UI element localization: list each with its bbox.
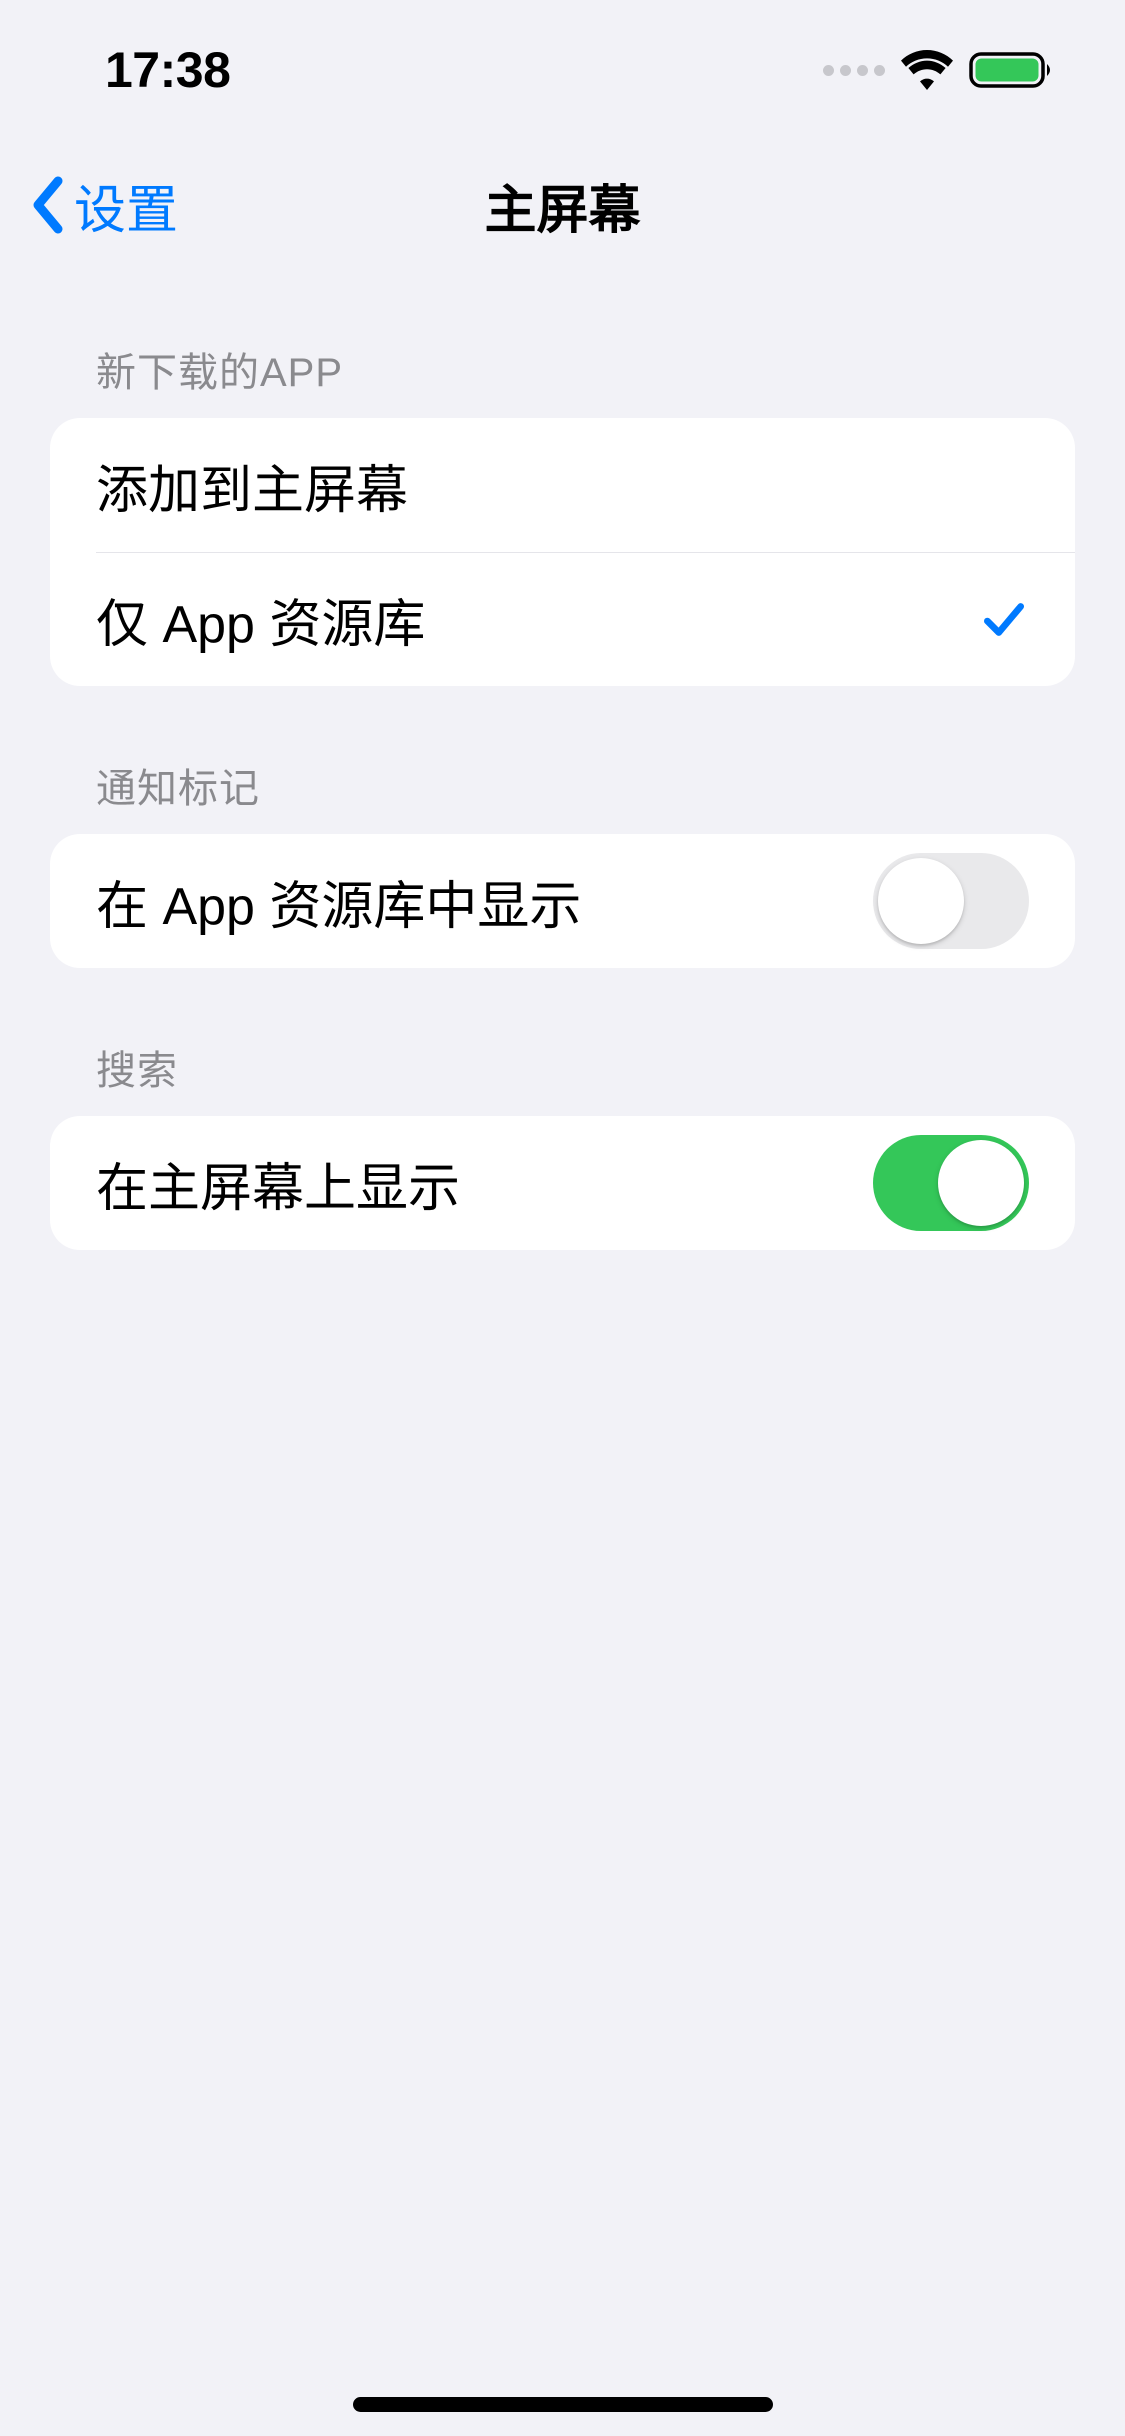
content: 新下载的APP 添加到主屏幕 仅 App 资源库 通知标记 在 App 资源库中… [0,270,1125,1250]
option-label: 仅 App 资源库 [96,582,425,657]
section-header-badges: 通知标记 [50,686,1075,834]
group-badges: 在 App 资源库中显示 [50,834,1075,968]
section-header-new-apps: 新下载的APP [50,270,1075,418]
section-header-search: 搜索 [50,968,1075,1116]
status-bar: 17:38 [0,0,1125,140]
option-app-library-only[interactable]: 仅 App 资源库 [96,552,1075,686]
row-label: 在主屏幕上显示 [96,1146,460,1221]
status-indicators [823,50,1055,90]
battery-icon [969,50,1055,90]
toggle-show-in-app-library[interactable] [873,853,1029,949]
back-label: 设置 [74,168,178,243]
group-search: 在主屏幕上显示 [50,1116,1075,1250]
row-show-in-app-library: 在 App 资源库中显示 [50,834,1075,968]
row-show-on-home: 在主屏幕上显示 [50,1116,1075,1250]
checkmark-icon [979,595,1029,645]
page-title: 主屏幕 [484,168,640,243]
row-label: 在 App 资源库中显示 [96,864,581,939]
group-new-apps: 添加到主屏幕 仅 App 资源库 [50,418,1075,686]
back-button[interactable]: 设置 [30,168,178,243]
toggle-show-on-home[interactable] [873,1135,1029,1231]
cellular-icon [823,65,885,76]
chevron-left-icon [30,175,66,235]
option-add-to-home[interactable]: 添加到主屏幕 [50,418,1075,552]
home-indicator[interactable] [353,2397,773,2412]
nav-bar: 设置 主屏幕 [0,140,1125,270]
wifi-icon [901,50,953,90]
status-time: 17:38 [105,41,230,99]
option-label: 添加到主屏幕 [96,448,408,523]
